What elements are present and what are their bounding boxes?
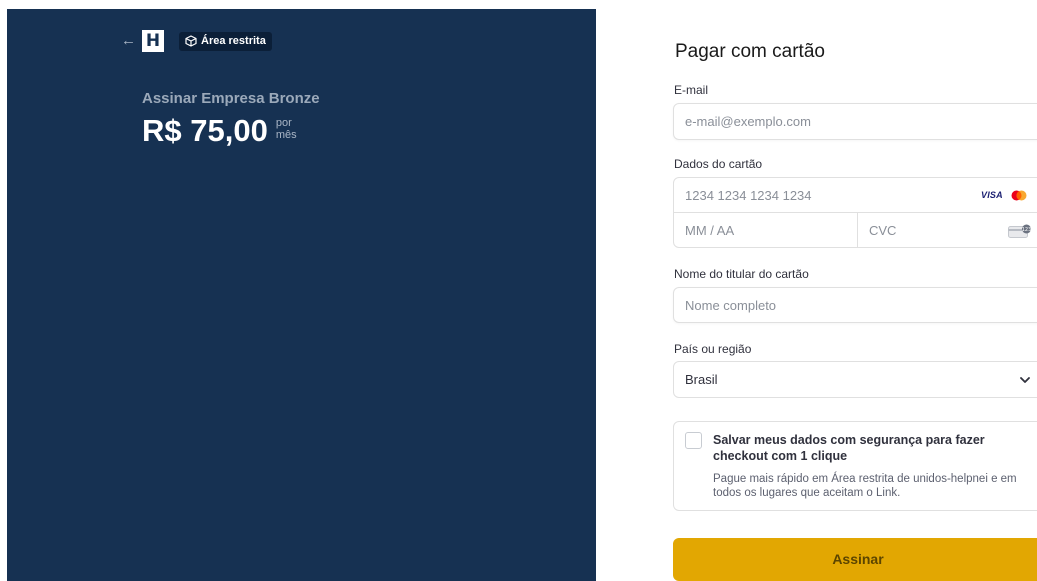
save-info-title: Salvar meus dados com segurança para faz… bbox=[713, 433, 985, 463]
email-input[interactable] bbox=[674, 104, 1037, 139]
cardholder-name-label: Nome do titular do cartão bbox=[674, 267, 809, 281]
email-field-wrapper bbox=[673, 103, 1037, 140]
billing-period: por mês bbox=[276, 117, 297, 141]
checkout-page: ← H Área restrita Assinar Empresa Bronze… bbox=[0, 0, 1037, 581]
company-logo: H bbox=[142, 30, 164, 52]
expiry-input[interactable] bbox=[674, 213, 857, 248]
cvc-card-icon: 123 bbox=[1008, 224, 1032, 238]
expiry-field bbox=[674, 213, 858, 248]
subscribe-button[interactable]: Assinar bbox=[673, 538, 1037, 581]
badge-label: Área restrita bbox=[201, 35, 266, 47]
product-name: Assinar Empresa Bronze bbox=[142, 90, 320, 107]
country-value: Brasil bbox=[685, 372, 718, 387]
link-save-box: Salvar meus dados com segurança para faz… bbox=[673, 421, 1037, 511]
cardholder-name-wrapper bbox=[673, 287, 1037, 323]
price-amount: R$ 75,00 bbox=[142, 113, 268, 148]
save-info-checkbox[interactable] bbox=[685, 432, 702, 449]
billing-period-line2: mês bbox=[275, 129, 297, 141]
restricted-area-badge: Área restrita bbox=[179, 31, 272, 51]
country-label: País ou região bbox=[674, 342, 752, 356]
cardholder-name-input[interactable] bbox=[674, 288, 1037, 322]
country-select[interactable]: Brasil bbox=[673, 361, 1037, 398]
price-row: R$ 75,00 por mês bbox=[142, 113, 297, 149]
package-icon bbox=[185, 35, 197, 47]
svg-text:123: 123 bbox=[1022, 227, 1032, 233]
logo-letter: H bbox=[145, 31, 161, 51]
card-details-group: VISA 123 bbox=[673, 177, 1037, 248]
form-title: Pagar com cartão bbox=[675, 41, 825, 62]
email-label: E-mail bbox=[674, 83, 709, 97]
summary-header: ← H Área restrita bbox=[121, 30, 272, 52]
visa-logo-icon: VISA bbox=[981, 190, 1003, 200]
chevron-down-icon bbox=[1020, 377, 1030, 383]
billing-period-line1: por bbox=[275, 117, 292, 129]
back-arrow-icon[interactable]: ← bbox=[121, 33, 137, 49]
card-details-label: Dados do cartão bbox=[674, 157, 763, 171]
mastercard-logo-icon bbox=[1008, 188, 1030, 203]
save-info-description: Pague mais rápido em Área restrita de un… bbox=[713, 473, 1017, 499]
